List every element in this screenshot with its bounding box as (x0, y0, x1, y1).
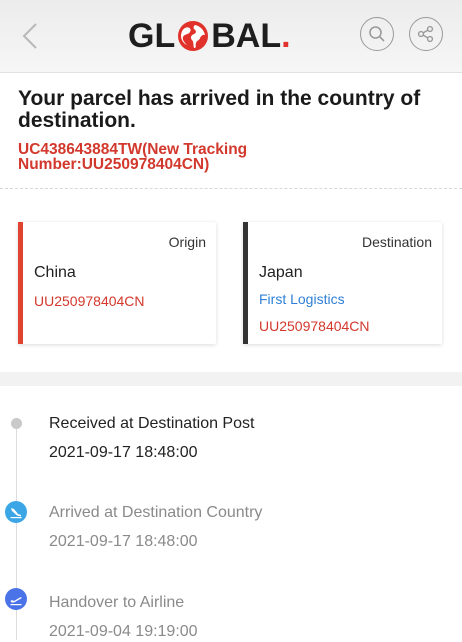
search-icon (369, 26, 385, 42)
destination-tracking-number: UU250978404CN (259, 318, 370, 334)
origin-country: China (34, 264, 76, 281)
event-title: Received at Destination Post (49, 415, 255, 432)
back-button[interactable] (14, 18, 50, 54)
event-time: 2021-09-04 19:19:00 (49, 623, 198, 640)
logo-text-start: GL (128, 16, 176, 55)
plane-landing-icon (5, 501, 27, 523)
plane-takeoff-icon (5, 588, 27, 610)
origin-accent-bar (18, 222, 23, 344)
tracking-number: UC438643884TW(New Tracking Number:UU2509… (18, 141, 248, 173)
destination-accent-bar (243, 222, 248, 344)
timeline-event: Received at Destination Post 2021-09-17 … (49, 414, 254, 463)
status-headline: Your parcel has arrived in the country o… (18, 87, 421, 132)
section-separator (0, 372, 462, 386)
event-time: 2021-09-17 18:48:00 (49, 533, 198, 550)
destination-carrier-link[interactable]: First Logistics (259, 291, 345, 307)
chevron-left-icon (22, 23, 37, 49)
destination-country: Japan (259, 264, 303, 281)
globe-icon (176, 19, 210, 53)
origin-tracking-number: UU250978404CN (34, 293, 145, 309)
destination-card: Destination Japan First Logistics UU2509… (243, 222, 442, 344)
event-time: 2021-09-17 18:48:00 (49, 444, 198, 461)
event-title: Handover to Airline (49, 594, 185, 611)
origin-card: Origin China UU250978404CN (18, 222, 216, 344)
timeline-event: Arrived at Destination Country 2021-09-1… (49, 503, 262, 552)
origin-heading: Origin (168, 234, 206, 250)
logo-text-end: BAL (211, 16, 282, 55)
timeline-event: Handover to Airline 2021-09-04 19:19:00 (49, 593, 198, 642)
timeline-dot (11, 418, 22, 429)
destination-heading: Destination (361, 234, 432, 250)
top-bar: GL BAL . (0, 0, 462, 73)
share-icon (417, 25, 434, 43)
global-logo: GL BAL . (128, 16, 291, 55)
event-title: Arrived at Destination Country (49, 504, 263, 521)
search-button[interactable] (360, 17, 394, 51)
logo-dot: . (281, 16, 291, 55)
share-button[interactable] (409, 17, 443, 51)
divider (0, 188, 462, 189)
